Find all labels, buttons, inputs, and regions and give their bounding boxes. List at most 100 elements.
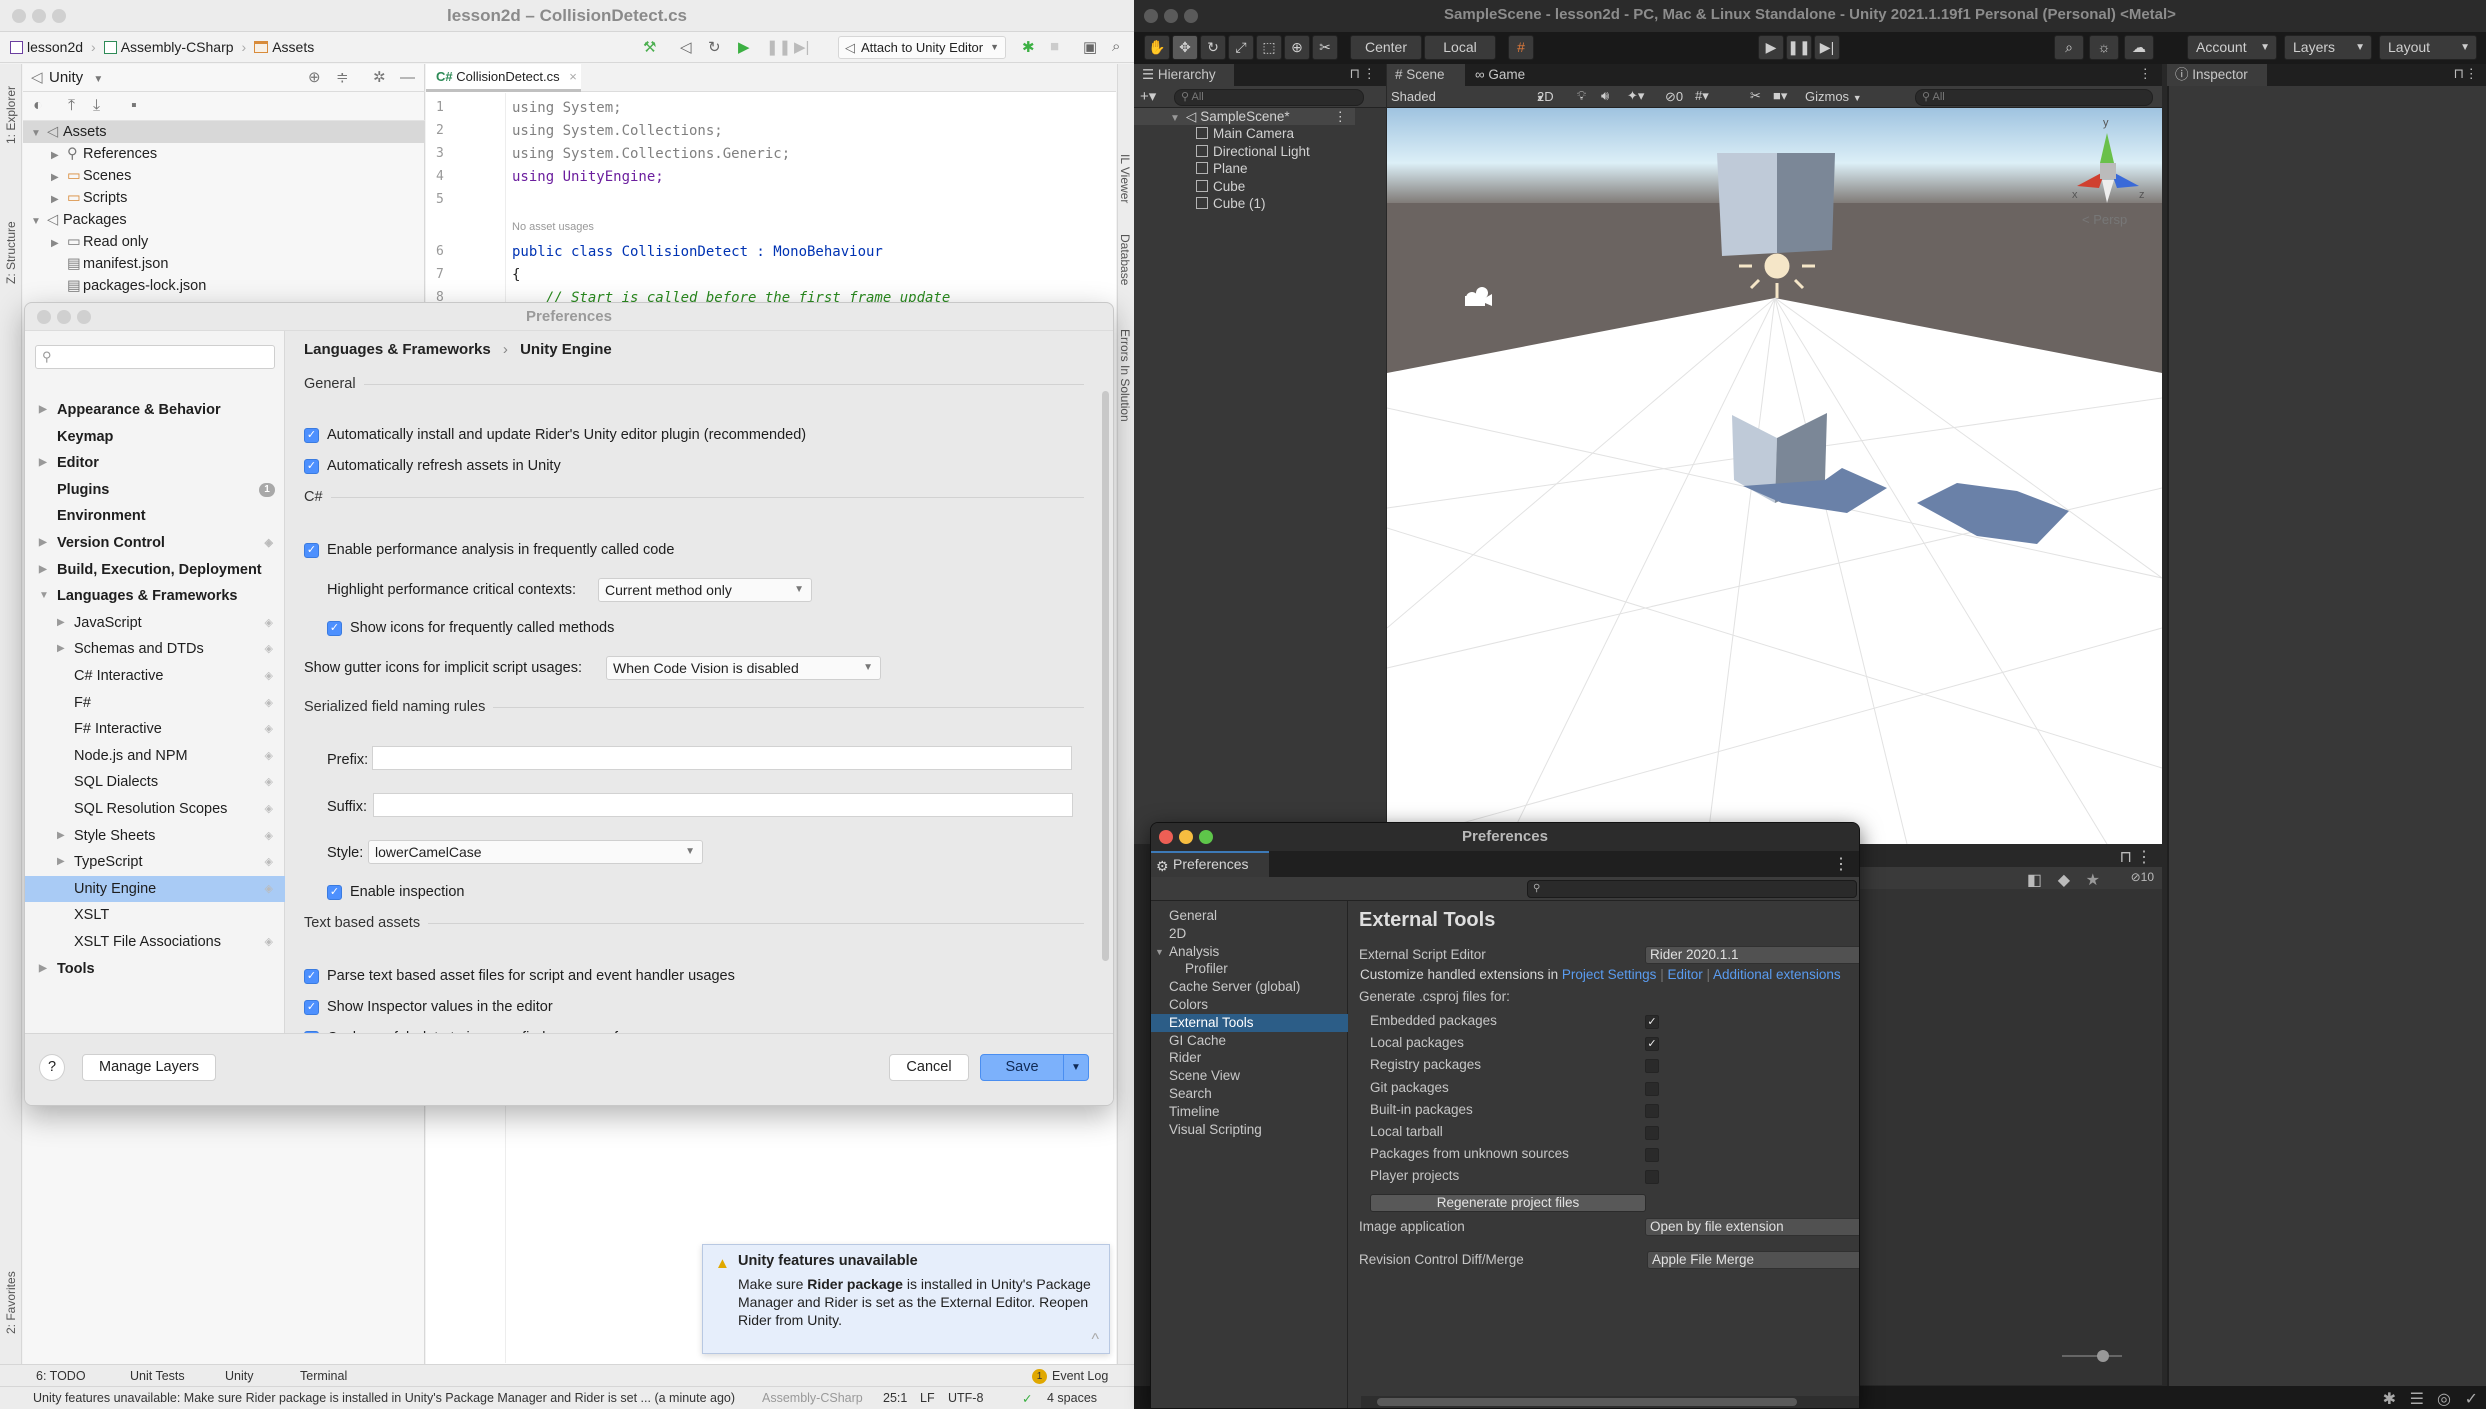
event-log-button[interactable]: Event Log [1052,1369,1108,1383]
checkbox-checked[interactable]: ✓ [327,884,342,900]
naming-style-select[interactable]: lowerCamelCase ▼ [368,840,703,864]
status-ok-icon[interactable]: ✓ [2465,1389,2478,1409]
collapsed-arrow-icon[interactable]: ▶ [39,956,47,982]
tree-item[interactable]: ▼ ◁ Packages [23,209,425,231]
collapsed-arrow-icon[interactable]: ▶ [57,610,65,636]
tree-item[interactable]: ▤ manifest.json [23,253,425,275]
checkbox-unchecked[interactable] [1645,1081,1659,1096]
performance-analysis-checkbox[interactable]: ✓ Enable performance analysis in frequent… [304,542,674,558]
effects-toggle-icon[interactable]: ✦▾ [1627,88,1644,104]
code-vision-hint[interactable]: No asset usages [512,221,594,233]
pivot-local-toggle[interactable]: Local [1424,35,1496,60]
collapse-icon[interactable]: ^ [1091,1331,1099,1349]
scene-view[interactable]: x y z < Persp [1387,108,2162,844]
collapsed-arrow-icon[interactable]: ▶ [39,397,47,423]
build-hammer-icon[interactable]: ⚒ [643,38,656,56]
audio-toggle-icon[interactable]: 🔊︎ [1601,88,1609,104]
collapsed-arrow-icon[interactable]: ▶ [39,450,47,476]
checkbox-checked[interactable]: ✓ [1645,1037,1659,1052]
2d-toggle[interactable]: 2D [1537,89,1554,104]
expanded-arrow-icon[interactable]: ▼ [31,123,43,145]
expand-arrow-icon[interactable]: ▼ [1170,113,1180,124]
manage-layers-button[interactable]: Manage Layers [82,1054,216,1081]
more-icon[interactable]: ⋮ [2136,847,2152,867]
close-button[interactable] [1144,9,1158,23]
settings-nav-item[interactable]: Environment [25,503,285,529]
close-icon[interactable]: × [569,69,577,84]
favorites-tool-button[interactable]: 2: Favorites [4,1271,18,1334]
settings-nav-item[interactable]: Plugins 1 [25,477,285,503]
checkbox-checked[interactable]: ✓ [304,968,319,984]
search-by-type-icon[interactable]: ◧ [2027,870,2042,890]
refresh-icon[interactable]: ↻ [708,38,721,56]
search-icon[interactable]: ⌕ [1112,38,1120,55]
lock-icon[interactable]: ⊓ [2453,66,2464,82]
show-icons-checkbox[interactable]: ✓ Show icons for frequently called method… [327,620,614,636]
preferences-nav-item[interactable]: Colors [1151,996,1348,1014]
checkbox-unchecked[interactable] [1645,1126,1659,1140]
plane-object[interactable] [1387,298,2162,844]
camera-settings-icon[interactable]: ■▾ [1773,88,1787,104]
errors-tool-button[interactable]: Errors In Solution [1118,329,1132,422]
label-icon[interactable]: ◆ [2058,870,2070,890]
prefix-input[interactable] [372,746,1072,770]
settings-nav-item[interactable]: Keymap [25,424,285,450]
transform-tool-icon[interactable]: ⊕ [1284,35,1310,60]
il-viewer-tool-button[interactable]: IL Viewer [1118,154,1132,203]
checkbox-unchecked[interactable] [1645,1103,1659,1118]
code-line[interactable]: using System; [512,100,622,116]
lock-icon[interactable]: ⊓ [2120,847,2132,867]
zoom-button[interactable] [1184,9,1198,23]
favorite-star-icon[interactable]: ★ [2086,870,2100,890]
settings-nav-item[interactable]: XSLT [25,902,285,928]
pivot-center-toggle[interactable]: Center [1350,35,1422,60]
preferences-nav-item[interactable]: Rider [1151,1049,1348,1067]
settings-nav-item[interactable]: ▼ Languages & Frameworks [25,583,285,609]
stop-icon[interactable]: ■ [1050,38,1059,55]
preferences-nav-item[interactable]: Scene View [1151,1067,1348,1085]
checkbox-unchecked[interactable] [1645,1059,1659,1074]
hierarchy-item[interactable]: Directional Light [1134,143,1355,160]
more-icon[interactable]: ⋮ [1363,66,1377,82]
status-line-ending[interactable]: LF [920,1391,935,1405]
settings-nav-item[interactable]: F# Interactive ◈ [25,716,285,742]
lock-icon[interactable]: ⊓ [1349,66,1360,82]
code-line[interactable]: { [512,267,520,283]
game-tab[interactable]: ∞ Game [1467,64,1547,86]
inspector-values-checkbox[interactable]: ✓ Show Inspector values in the editor [304,999,553,1015]
scene-row[interactable]: ▼ ◁ SampleScene* ⋮ [1134,108,1355,125]
database-tool-button[interactable]: Database [1118,234,1132,285]
settings-nav-item[interactable]: XSLT File Associations ◈ [25,929,285,955]
help-button[interactable]: ? [39,1054,65,1081]
code-line[interactable]: public class CollisionDetect : MonoBehav… [512,244,883,260]
hierarchy-tab[interactable]: ☰ Hierarchy [1134,64,1234,86]
collapsed-arrow-icon[interactable]: ▶ [39,557,47,583]
preferences-nav-item[interactable]: Cache Server (global) [1151,978,1348,996]
settings-nav-item[interactable]: SQL Dialects ◈ [25,769,285,795]
settings-nav-item[interactable]: F# ◈ [25,690,285,716]
tree-item[interactable]: ▼ ◁ Assets [23,121,425,143]
horizontal-scrollbar[interactable] [1361,1396,1859,1408]
breadcrumb-item[interactable]: Assets [272,39,314,55]
tree-item[interactable]: ▶ ⚲ References [23,143,425,165]
settings-nav-item[interactable]: SQL Resolution Scopes ◈ [25,796,285,822]
show-files-icon[interactable]: ◐ [33,97,43,115]
unit-tests-tool-button[interactable]: Unit Tests [130,1369,185,1383]
status-indent[interactable]: 4 spaces [1047,1391,1097,1405]
preferences-search-input[interactable]: ⚲ [1527,880,1857,898]
editor-tab[interactable]: C# CollisionDetect.cs × [426,64,581,92]
collapsed-arrow-icon[interactable]: ▶ [57,823,65,849]
hidden-packages-toggle[interactable]: ⊘10 [2131,870,2154,884]
play-button[interactable]: ▶ [1758,35,1784,60]
close-button[interactable] [1159,830,1173,844]
tree-item[interactable]: ▶ ▭ Read only [23,231,425,253]
scale-tool-icon[interactable]: ⤢ [1228,35,1254,60]
hierarchy-item[interactable]: Main Camera [1134,125,1355,142]
collapsed-arrow-icon[interactable]: ▶ [51,145,63,167]
tools-icon[interactable]: ✂ [1750,88,1761,104]
hide-icon[interactable]: — [400,64,415,92]
preferences-nav-item[interactable]: 2D [1151,925,1348,943]
scene-tab[interactable]: # Scene [1387,64,1465,86]
structure-tool-button[interactable]: Z: Structure [4,221,18,284]
run-config-dropdown[interactable]: ◁ Attach to Unity Editor ▼ [838,36,1006,59]
